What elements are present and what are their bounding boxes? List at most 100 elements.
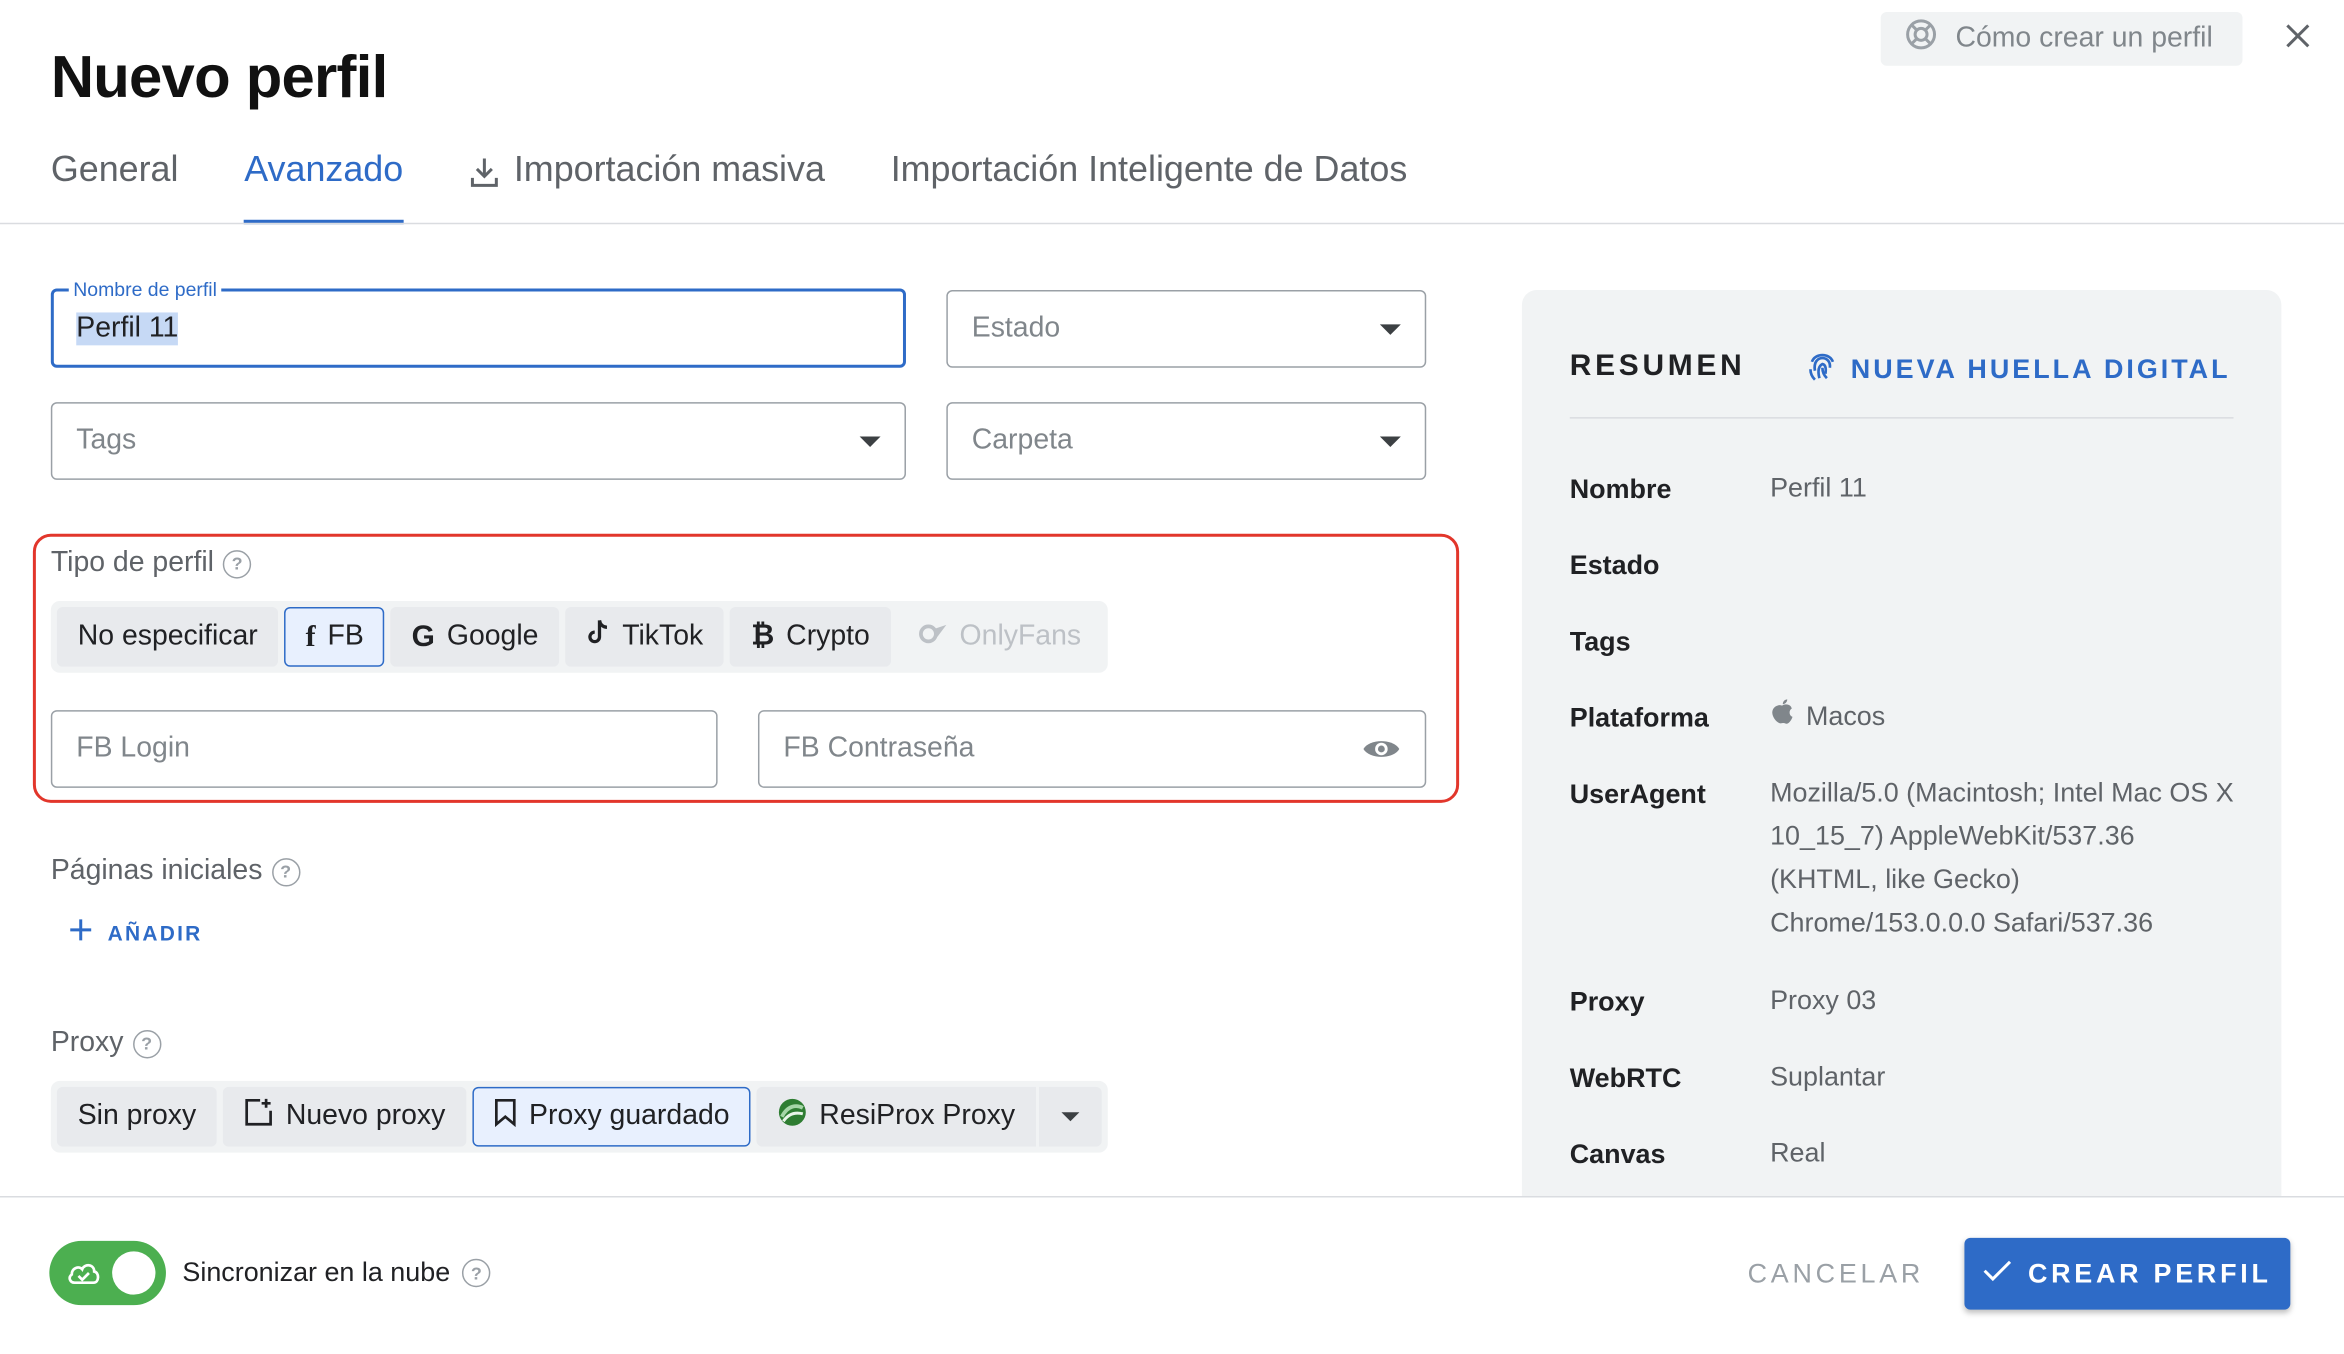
close-button[interactable] (2278, 19, 2317, 58)
add-start-page-button[interactable]: AÑADIR (69, 918, 203, 946)
segment-label: Nuevo proxy (285, 1100, 446, 1132)
profile-type-selector: No especificar f FB G Google TikTok ₿ Cr… (50, 600, 1109, 673)
fb-login-input[interactable]: FB Login (50, 710, 718, 788)
profile-type-label-text: Tipo de perfil (50, 547, 214, 579)
summary-key-useragent: UserAgent (1569, 778, 1706, 809)
cancel-button[interactable]: CANCELAR (1734, 1241, 1937, 1307)
segment-label: Google (446, 620, 539, 652)
toggle-knob (112, 1251, 156, 1295)
tags-select[interactable]: Tags (50, 402, 906, 480)
resiprox-icon (777, 1097, 807, 1136)
segment-label: Crypto (786, 620, 870, 652)
help-circle-icon[interactable]: ? (132, 1029, 161, 1058)
start-pages-label-text: Páginas iniciales (50, 855, 263, 887)
tab-smart-import[interactable]: Importación Inteligente de Datos (891, 138, 1408, 225)
summary-key-canvas: Canvas (1569, 1139, 1666, 1170)
summary-value-webrtc: Suplantar (1770, 1061, 1886, 1092)
segment-label: OnlyFans (959, 620, 1082, 652)
new-fingerprint-label: NUEVA HUELLA DIGITAL (1850, 354, 2231, 385)
profile-type-google[interactable]: G Google (390, 606, 560, 667)
profile-type-label: Tipo de perfil ? (51, 547, 252, 580)
tabs-divider (0, 222, 2344, 225)
profile-type-crypto[interactable]: ₿ Crypto (730, 606, 891, 667)
segment-label: TikTok (622, 620, 704, 652)
cloud-icon (66, 1257, 102, 1294)
google-icon: G (411, 619, 435, 653)
create-profile-button[interactable]: CREAR PERFIL (1964, 1237, 2291, 1310)
platform-value: Macos (1805, 701, 1886, 732)
fb-login-placeholder: FB Login (76, 732, 190, 764)
tags-placeholder: Tags (76, 424, 137, 456)
help-circle-icon[interactable]: ? (462, 1258, 491, 1288)
tab-advanced[interactable]: Avanzado (244, 138, 404, 225)
status-select[interactable]: Estado (946, 290, 1427, 368)
proxy-label-text: Proxy (50, 1027, 124, 1059)
summary-key-webrtc: WebRTC (1569, 1062, 1682, 1093)
close-icon (2284, 22, 2311, 56)
summary-key-proxy: Proxy (1569, 986, 1645, 1017)
fingerprint-icon (1806, 350, 1839, 390)
summary-value-canvas: Real (1770, 1137, 1826, 1168)
tiktok-icon (586, 619, 610, 655)
create-profile-label: CREAR PERFIL (2027, 1258, 2272, 1288)
lifebuoy-icon (1905, 18, 1938, 60)
new-proxy-icon (244, 1097, 274, 1136)
summary-key-status: Estado (1569, 550, 1660, 581)
summary-value-name: Perfil 11 (1770, 472, 1867, 503)
profile-type-fb[interactable]: f FB (284, 606, 385, 667)
proxy-new[interactable]: Nuevo proxy (223, 1086, 467, 1147)
summary-title: RESUMEN (1569, 349, 1746, 383)
proxy-resiprox[interactable]: ResiProx Proxy (756, 1086, 1036, 1147)
summary-key-platform: Plataforma (1569, 702, 1709, 733)
onlyfans-icon (918, 620, 948, 653)
add-label: AÑADIR (107, 920, 203, 945)
folder-select[interactable]: Carpeta (946, 402, 1427, 480)
segment-label: ResiProx Proxy (819, 1100, 1016, 1132)
profile-type-tiktok[interactable]: TikTok (565, 606, 725, 667)
bookmark-icon (493, 1097, 517, 1136)
new-fingerprint-button[interactable]: NUEVA HUELLA DIGITAL (1806, 350, 2231, 390)
tab-label: Importación masiva (513, 149, 825, 190)
plus-icon (69, 918, 93, 946)
eye-icon[interactable] (1362, 736, 1401, 763)
tab-label: Avanzado (244, 149, 404, 190)
how-to-create-profile-button[interactable]: Cómo crear un perfil (1880, 11, 2243, 66)
bitcoin-icon: ₿ (751, 620, 775, 652)
tab-label: Importación Inteligente de Datos (890, 149, 1408, 190)
segment-label: Sin proxy (77, 1100, 197, 1132)
tab-bar: General Avanzado Importación masiva Impo… (51, 138, 1473, 225)
apple-icon (1770, 695, 1794, 738)
summary-value-platform: Macos (1770, 695, 1885, 738)
summary-value-useragent: Mozilla/5.0 (Macintosh; Intel Mac OS X 1… (1770, 777, 2234, 938)
start-pages-label: Páginas iniciales ? (51, 855, 300, 888)
segment-label: Proxy guardado (529, 1100, 730, 1132)
summary-value-proxy: Proxy 03 (1770, 985, 1877, 1016)
cloud-sync-label-text: Sincronizar en la nube (182, 1257, 451, 1288)
cloud-sync-toggle[interactable] (49, 1240, 166, 1306)
tab-bulk-import[interactable]: Importación masiva (469, 138, 825, 225)
profile-type-none[interactable]: No especificar (56, 606, 279, 667)
page-title: Nuevo perfil (50, 44, 388, 111)
fb-password-placeholder: FB Contraseña (783, 732, 975, 764)
help-button-label: Cómo crear un perfil (1955, 22, 2213, 54)
chevron-down-icon (1061, 1112, 1080, 1122)
profile-name-label: Nombre de perfil (68, 278, 222, 301)
segment-label: FB (327, 620, 364, 652)
tab-label: General (50, 149, 179, 190)
help-circle-icon[interactable]: ? (271, 857, 300, 886)
summary-key-name: Nombre (1569, 473, 1672, 504)
profile-type-onlyfans: OnlyFans (896, 606, 1103, 667)
chevron-down-icon (1379, 435, 1401, 447)
fb-password-input[interactable]: FB Contraseña (757, 710, 1427, 788)
check-icon (1983, 1258, 2013, 1289)
cloud-sync-label: Sincronizar en la nube ? (182, 1257, 491, 1288)
facebook-icon: f (305, 619, 316, 653)
chevron-down-icon (859, 435, 881, 447)
proxy-none[interactable]: Sin proxy (56, 1086, 218, 1147)
help-circle-icon[interactable]: ? (222, 549, 252, 578)
proxy-saved[interactable]: Proxy guardado (472, 1086, 751, 1147)
proxy-more-dropdown[interactable] (1038, 1086, 1102, 1147)
profile-name-value: Perfil 11 (76, 311, 179, 345)
summary-panel: RESUMEN NUEVA HUELLA DIGITAL Nombre Perf… (1521, 290, 2282, 1247)
tab-general[interactable]: General (51, 138, 179, 225)
